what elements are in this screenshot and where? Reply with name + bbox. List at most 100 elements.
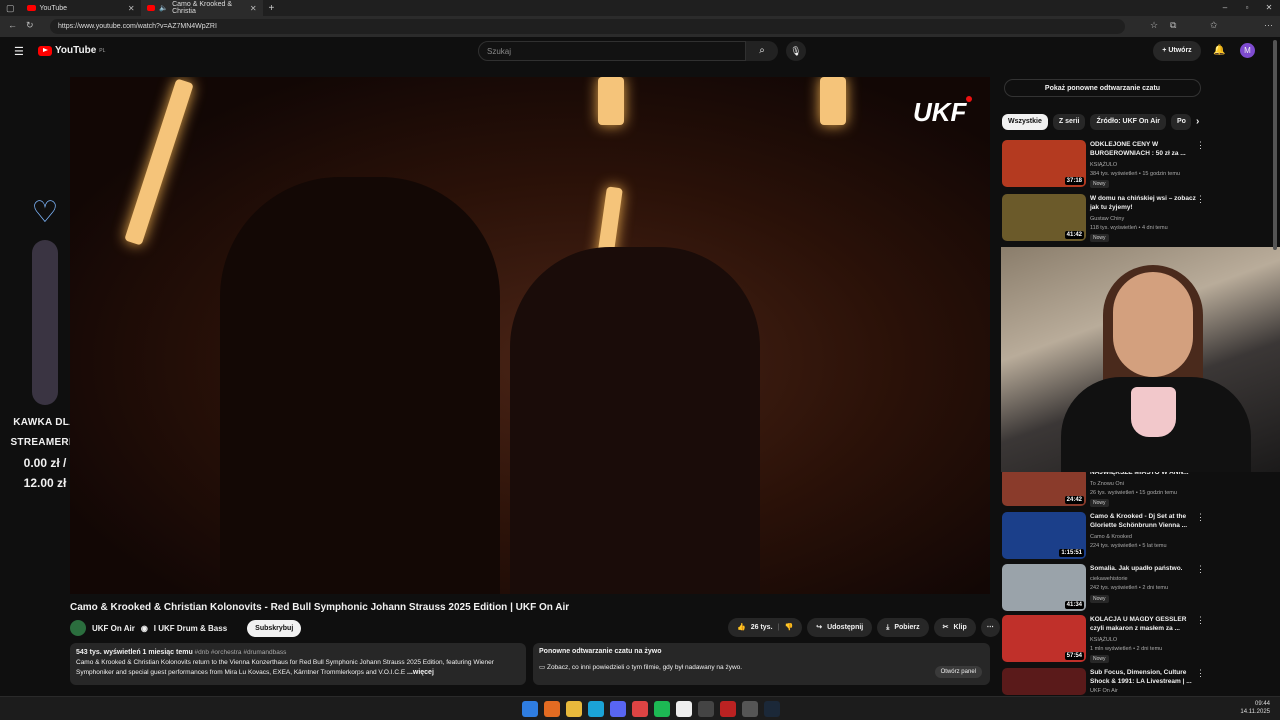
spotify-icon[interactable] [654, 701, 670, 717]
hashtags[interactable]: #dnb #orchestra #drumandbass [195, 649, 287, 656]
rec-title[interactable]: Somalia. Jak upadło państwo. [1090, 564, 1200, 573]
rec-thumbnail[interactable]: 37:18 [1002, 140, 1086, 187]
rec-thumbnail[interactable]: 24:42 [1002, 468, 1086, 506]
rec-channel[interactable]: UKF On Air [1090, 687, 1118, 695]
chip-series[interactable]: Z serii [1052, 114, 1086, 130]
thumbs-down-icon[interactable]: 👎 [784, 618, 793, 637]
rec-menu-icon[interactable]: ⋮ [1196, 194, 1205, 205]
steam-icon[interactable] [764, 701, 780, 717]
chevron-right-icon[interactable]: › [1196, 114, 1199, 130]
extensions-icon[interactable]: ⧉ [1170, 20, 1176, 31]
url-field[interactable]: https://www.youtube.com/watch?v=AZ7MN4Wp… [50, 19, 1125, 34]
rec-channel[interactable]: ciekawehistorie [1090, 575, 1128, 584]
rec-title[interactable]: KOLACJA U MAGDY GESSLER czyli makaron z … [1090, 615, 1200, 633]
app-icon[interactable] [720, 701, 736, 717]
rec-title[interactable]: ODKLEJONE CENY W BURGEROWNIACH : 50 zł z… [1090, 140, 1200, 158]
speaker-icon[interactable]: 🔈 [159, 4, 168, 12]
channel-name[interactable]: UKF On Air [92, 624, 135, 633]
rec-menu-icon[interactable]: ⋮ [1196, 564, 1205, 575]
ukf-logo: UKF [913, 97, 967, 127]
recommendation-item[interactable]: Sub Focus, Dimension, Culture Shock & 19… [1002, 668, 1272, 695]
app-icon[interactable] [698, 701, 714, 717]
search-input[interactable]: Szukaj [478, 41, 746, 61]
rec-title[interactable]: W domu na chińskiej wsi – zobacz jak tu … [1090, 194, 1200, 212]
rec-thumbnail[interactable] [1002, 668, 1086, 695]
recommendation-item[interactable]: 41:42 W domu na chińskiej wsi – zobacz j… [1002, 194, 1272, 242]
new-tab-button[interactable]: + [269, 3, 275, 14]
more-icon[interactable]: ⋯ [1264, 20, 1273, 31]
tab-video[interactable]: 🔈 Camo & Krooked & Christia ✕ [140, 0, 263, 16]
more-link[interactable]: ...więcej [407, 669, 434, 676]
like-button[interactable]: 👍 26 tys. | 👎 [728, 618, 803, 637]
rec-title[interactable]: Sub Focus, Dimension, Culture Shock & 19… [1090, 668, 1200, 686]
channel-avatar[interactable] [70, 620, 86, 636]
verified-icon: ◉ [140, 623, 148, 633]
reload-icon[interactable]: ↻ [26, 20, 34, 31]
rec-channel[interactable]: KSIĄŻULO [1090, 636, 1117, 645]
chip-source[interactable]: Źródło: UKF On Air [1090, 114, 1166, 130]
rec-thumbnail[interactable]: 41:34 [1002, 564, 1086, 611]
favorites-icon[interactable]: ✩ [1210, 20, 1218, 31]
region-label: PL [99, 47, 106, 54]
system-clock[interactable]: 09:44 14.11.2025 [1240, 700, 1270, 716]
rec-thumbnail[interactable]: 57:54 [1002, 615, 1086, 662]
edge-icon[interactable] [588, 701, 604, 717]
chip-all[interactable]: Wszystkie [1002, 114, 1048, 130]
rec-channel[interactable]: To Znowu Oni [1090, 480, 1124, 489]
recommendation-item[interactable]: 1:15:51 Camo & Krooked - Dj Set at the G… [1002, 512, 1272, 560]
minimize-icon[interactable]: – [1214, 0, 1236, 16]
rec-menu-icon[interactable]: ⋮ [1196, 668, 1205, 679]
recommendation-item[interactable]: 57:54 KOLACJA U MAGDY GESSLER czyli maka… [1002, 615, 1272, 663]
description-box[interactable]: 543 tys. wyświetleń 1 miesiąc temu #dnb … [70, 643, 526, 685]
rec-title[interactable]: Camo & Krooked - Dj Set at the Gloriette… [1090, 512, 1200, 530]
app-icon[interactable] [742, 701, 758, 717]
recommendation-item[interactable]: 24:42 NAJWIĘKSZE MIASTO W ANN... To Znow… [1002, 468, 1272, 516]
clip-button[interactable]: ✂ Klip [933, 618, 976, 637]
rec-thumbnail[interactable]: 41:42 [1002, 194, 1086, 241]
rec-menu-icon[interactable]: ⋮ [1196, 512, 1205, 523]
firefox-icon[interactable] [544, 701, 560, 717]
rec-channel[interactable]: KSIĄŻULO [1090, 161, 1117, 170]
menu-icon[interactable]: ☰ [14, 45, 24, 58]
search-button[interactable]: ⌕ [746, 41, 778, 61]
page-scrollbar[interactable] [1273, 40, 1277, 250]
folder-icon[interactable] [566, 701, 582, 717]
share-button[interactable]: ↪ Udostępnij [807, 618, 873, 637]
rec-menu-icon[interactable]: ⋮ [1196, 615, 1205, 626]
maximize-icon[interactable]: ▫ [1236, 0, 1258, 16]
recommendation-item[interactable]: 41:34 Somalia. Jak upadło państwo. cieka… [1002, 564, 1272, 612]
close-window-icon[interactable]: ✕ [1258, 0, 1280, 16]
app-icon[interactable] [632, 701, 648, 717]
rec-channel[interactable]: Camo & Krooked [1090, 533, 1132, 542]
chip-related[interactable]: Po [1171, 114, 1191, 130]
voice-search-button[interactable]: 🎙 [786, 41, 806, 61]
notifications-icon[interactable]: 🔔 [1213, 45, 1225, 56]
new-badge: Nowy [1090, 655, 1109, 663]
show-chat-replay-button[interactable]: Pokaż ponowne odtwarzanie czatu [1004, 79, 1201, 97]
discord-icon[interactable] [610, 701, 626, 717]
start-icon[interactable] [522, 701, 538, 717]
stage-light [820, 77, 846, 125]
channel-collab[interactable]: I UKF Drum & Bass [154, 624, 227, 633]
rec-meta: 1 mln wyświetleń • 2 dni temu [1090, 646, 1163, 652]
video-player[interactable]: UKF [70, 77, 990, 594]
tab-actions-icon[interactable]: ▢ [6, 3, 15, 14]
more-actions-button[interactable]: ⋯ [980, 618, 1000, 637]
subscribe-button[interactable]: Subskrybuj [247, 619, 302, 637]
star-icon[interactable]: ☆ [1150, 20, 1158, 31]
youtube-favicon-icon [26, 5, 36, 11]
close-tab-icon[interactable]: ✕ [250, 4, 257, 13]
back-icon[interactable]: ← [8, 20, 17, 30]
avatar[interactable]: M [1240, 43, 1255, 58]
open-panel-button[interactable]: Otwórz panel [934, 666, 982, 678]
close-tab-icon[interactable]: ✕ [128, 4, 135, 13]
rec-channel[interactable]: Gustaw Chiny [1090, 215, 1124, 224]
create-button[interactable]: + Utwórz [1153, 41, 1201, 61]
recommendation-item[interactable]: 37:18 ODKLEJONE CENY W BURGEROWNIACH : 5… [1002, 140, 1272, 188]
youtube-logo[interactable]: YouTube PL [38, 45, 105, 56]
rec-menu-icon[interactable]: ⋮ [1196, 140, 1205, 151]
download-button[interactable]: ⤓ Pobierz [877, 618, 929, 637]
tab-youtube[interactable]: YouTube ✕ [21, 0, 141, 16]
rec-thumbnail[interactable]: 1:15:51 [1002, 512, 1086, 559]
notion-icon[interactable] [676, 701, 692, 717]
